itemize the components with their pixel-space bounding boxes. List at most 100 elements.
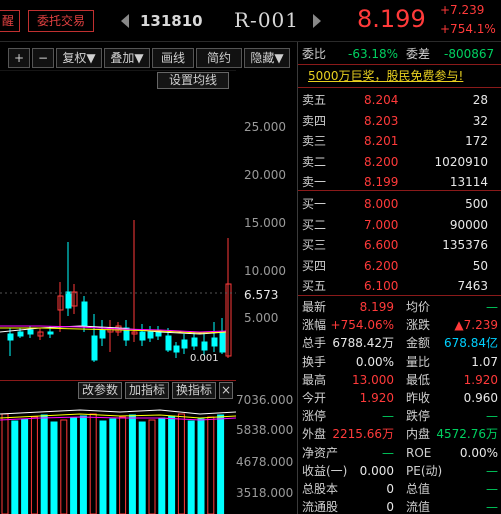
volume-bar bbox=[119, 416, 127, 514]
stat-value: — bbox=[486, 409, 498, 424]
stat-row: 最高 13.000 最低 1.920 bbox=[298, 371, 501, 389]
chart-toolbar: + − 复权▼ 叠加▼ 画线 简约 隐藏▼ bbox=[0, 48, 292, 68]
ask-price: 8.203 bbox=[364, 113, 399, 128]
divider bbox=[298, 295, 501, 296]
brief-mode-button[interactable]: 简约 bbox=[196, 48, 242, 68]
stat-label: 今开 bbox=[302, 391, 327, 405]
ask-volume: 172 bbox=[465, 134, 488, 148]
stat-value: +754.06% bbox=[330, 318, 394, 333]
switch-indicator-button[interactable]: 换指标 bbox=[172, 382, 216, 399]
ask-row[interactable]: 卖三 8.201 172 bbox=[298, 131, 501, 151]
stat-value: — bbox=[486, 482, 498, 496]
bid-volume: 90000 bbox=[449, 217, 488, 232]
candle-body bbox=[181, 339, 188, 349]
bid-price: 6.100 bbox=[364, 279, 399, 293]
stat-row: 总股本 0 总值 — bbox=[298, 480, 501, 498]
vol-ma5-line bbox=[0, 409, 236, 415]
ask-label: 卖五 bbox=[302, 93, 327, 107]
stat-value: 0.960 bbox=[463, 391, 498, 405]
stat-value: 1.920 bbox=[463, 372, 498, 387]
volume-bar bbox=[148, 419, 156, 514]
prev-stock-icon[interactable] bbox=[120, 14, 130, 28]
stat-label: 总值 bbox=[406, 482, 431, 496]
stat-value: 0 bbox=[386, 500, 394, 514]
stat-label: 涨跌 bbox=[406, 318, 431, 333]
stat-row: 净资产 — ROE 0.00% bbox=[298, 444, 501, 462]
candle-body bbox=[7, 333, 14, 341]
quote-header: 醒 委托交易 131810 R-001 8.199 +7.239 +754.1% bbox=[0, 0, 501, 42]
stock-code: 131810 bbox=[140, 12, 203, 30]
draw-line-button[interactable]: 画线 bbox=[152, 48, 194, 68]
volume-bar bbox=[60, 419, 68, 514]
change-params-button[interactable]: 改参数 bbox=[78, 382, 122, 399]
bid-row[interactable]: 买四 6.200 50 bbox=[298, 256, 501, 276]
bid-price: 6.200 bbox=[364, 258, 399, 273]
candle-body bbox=[81, 301, 88, 327]
stat-value: 8.199 bbox=[359, 300, 394, 314]
kline-chart-area[interactable]: 设置均线 25.000 20.000 15.000 10.000 6.573 5… bbox=[0, 70, 294, 514]
bid-row[interactable]: 买五 6.100 7463 bbox=[298, 276, 501, 296]
ask-price: 8.204 bbox=[364, 93, 399, 107]
overlay-dropdown[interactable]: 叠加▼ bbox=[104, 48, 150, 68]
weibi-value: -63.18% bbox=[348, 47, 399, 61]
candle-body bbox=[147, 331, 154, 339]
bid-volume: 500 bbox=[465, 197, 488, 211]
bid-row[interactable]: 买二 7.000 90000 bbox=[298, 215, 501, 235]
bid-price: 8.000 bbox=[364, 197, 399, 211]
stat-value: 0.00% bbox=[355, 354, 394, 369]
volume-canvas[interactable] bbox=[0, 400, 236, 514]
zoom-out-button[interactable]: − bbox=[32, 48, 54, 68]
volume-bar bbox=[79, 415, 87, 514]
y-tick-15: 15.000 bbox=[244, 216, 286, 230]
zoom-in-button[interactable]: + bbox=[8, 48, 30, 68]
last-price: 8.199 bbox=[357, 5, 426, 33]
candle-body bbox=[99, 329, 106, 339]
ask-price: 8.199 bbox=[364, 175, 399, 189]
stat-row: 今开 1.920 昨收 0.960 bbox=[298, 389, 501, 407]
volume-bar bbox=[158, 417, 166, 514]
promo-link[interactable]: 5000万巨奖，股民免费参与! bbox=[308, 66, 463, 86]
y-tick-25: 25.000 bbox=[244, 120, 286, 134]
volume-bar bbox=[197, 418, 205, 514]
stat-value: 2215.66万 bbox=[332, 427, 394, 442]
volume-bar bbox=[50, 421, 58, 514]
weibi-label: 委比 bbox=[302, 47, 327, 61]
hide-dropdown[interactable]: 隐藏▼ bbox=[244, 48, 290, 68]
volume-bar bbox=[30, 416, 38, 514]
stat-label: 最新 bbox=[302, 300, 327, 314]
ask-row[interactable]: 卖一 8.199 13114 bbox=[298, 172, 501, 192]
stat-value: 4572.76万 bbox=[436, 427, 498, 442]
ask-row[interactable]: 卖五 8.204 28 bbox=[298, 90, 501, 110]
restore-rights-dropdown[interactable]: 复权▼ bbox=[56, 48, 102, 68]
weicha-label: 委差 bbox=[406, 47, 431, 61]
stat-value: 678.84亿 bbox=[444, 336, 498, 351]
trade-button[interactable]: 委托交易 bbox=[28, 10, 94, 32]
stat-label: 最高 bbox=[302, 372, 327, 387]
close-indicator-button[interactable]: × bbox=[219, 382, 233, 399]
stat-label: 最低 bbox=[406, 372, 431, 387]
next-stock-icon[interactable] bbox=[312, 14, 322, 28]
stat-label: PE(动) bbox=[406, 463, 443, 478]
add-indicator-button[interactable]: 加指标 bbox=[125, 382, 169, 399]
indicator-divider bbox=[0, 380, 236, 381]
tab-partial[interactable]: 醒 bbox=[0, 10, 20, 32]
candle-body bbox=[17, 331, 24, 337]
ask-volume: 1020910 bbox=[434, 154, 488, 169]
stat-row: 流通股 0 流值 — bbox=[298, 498, 501, 514]
vol-tick-3: 4678.000 bbox=[236, 455, 294, 469]
stat-label: 流通股 bbox=[302, 500, 339, 514]
bid-row[interactable]: 买三 6.600 135376 bbox=[298, 235, 501, 255]
stat-label: 均价 bbox=[406, 300, 431, 314]
bid-row[interactable]: 买一 8.000 500 bbox=[298, 194, 501, 214]
kline-canvas[interactable] bbox=[0, 70, 236, 380]
bid-volume: 7463 bbox=[457, 279, 488, 293]
ask-row[interactable]: 卖二 8.200 1020910 bbox=[298, 152, 501, 172]
volume-bar bbox=[40, 414, 48, 514]
ask-row[interactable]: 卖四 8.203 32 bbox=[298, 111, 501, 131]
stat-value: 0.00% bbox=[459, 445, 498, 460]
promo-row[interactable]: 5000万巨奖，股民免费参与! bbox=[298, 66, 501, 86]
volume-bar bbox=[217, 414, 225, 514]
stat-label: 跌停 bbox=[406, 409, 431, 424]
volume-bar bbox=[89, 413, 97, 514]
stat-label: ROE bbox=[406, 445, 432, 460]
